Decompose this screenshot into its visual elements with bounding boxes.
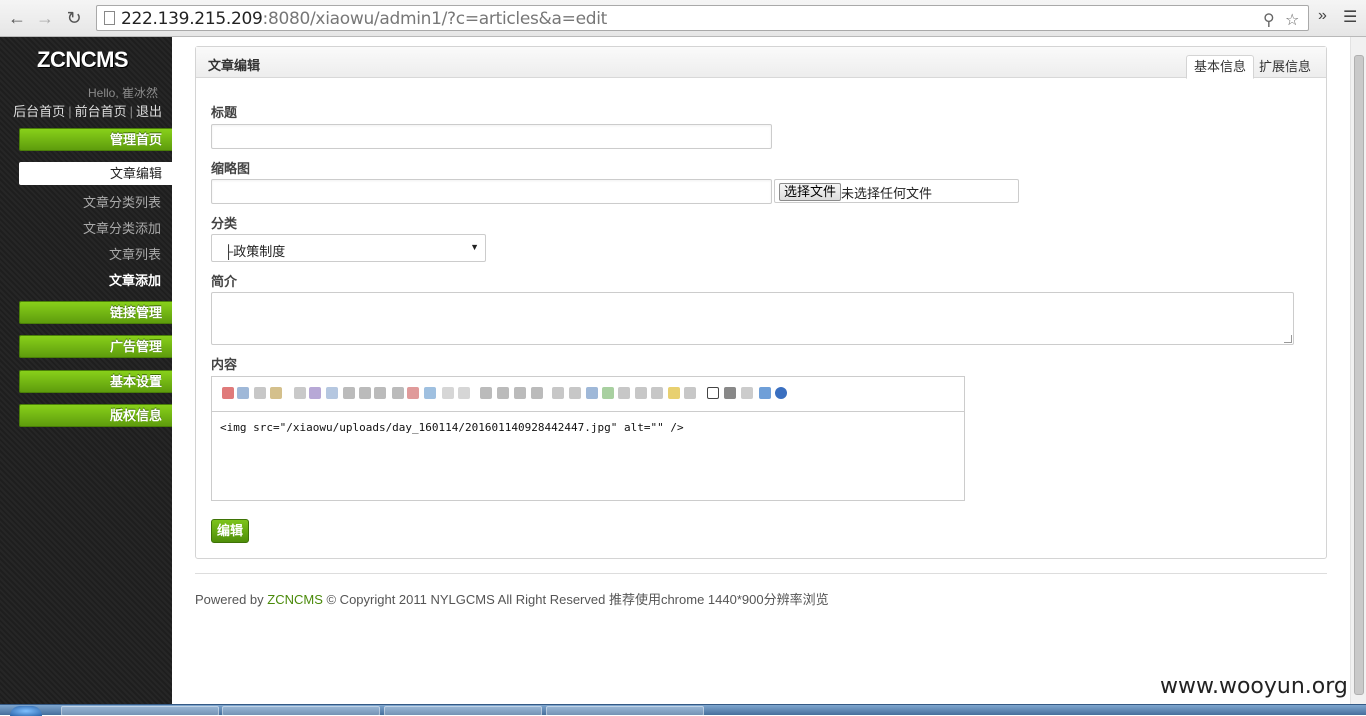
highlight-icon[interactable] <box>424 387 436 399</box>
bold-icon[interactable] <box>343 387 355 399</box>
indent-icon[interactable] <box>514 387 526 399</box>
top-links: 后台首页 | 前台首页 | 退出 <box>13 104 162 119</box>
unlink-icon[interactable] <box>569 387 581 399</box>
star-icon[interactable]: ☆ <box>1285 10 1299 30</box>
footer-divider <box>195 573 1327 574</box>
menu-icon[interactable]: ☰ <box>1343 7 1357 27</box>
dropdown-arrow-icon: ▼ <box>470 242 479 252</box>
scrollbar-thumb[interactable] <box>1354 55 1364 695</box>
media-icon[interactable] <box>635 387 647 399</box>
tab-basic-info[interactable]: 基本信息 <box>1186 55 1255 79</box>
submenu-category-add[interactable]: 文章分类添加 <box>83 218 161 237</box>
taskbar <box>0 704 1366 716</box>
label-title: 标题 <box>211 105 238 120</box>
extensions-chevron-icon[interactable]: » <box>1318 7 1327 25</box>
list-icon[interactable] <box>497 387 509 399</box>
editor-content[interactable]: <img src="/xiaowu/uploads/day_160114/201… <box>220 421 684 434</box>
logo: ZCNCMS <box>37 47 129 72</box>
cut-icon[interactable] <box>222 387 234 399</box>
editor-toolbar <box>212 377 964 412</box>
back-icon[interactable]: ← <box>6 7 28 29</box>
footer-brand-link[interactable]: ZCNCMS <box>267 592 323 607</box>
link-icon[interactable] <box>552 387 564 399</box>
url-text: 222.139.215.209:8080/xiaowu/admin1/?c=ar… <box>121 9 608 29</box>
outdent-icon[interactable] <box>531 387 543 399</box>
file-picker: 选择文件 未选择任何文件 <box>774 179 1019 203</box>
paste-text-icon[interactable] <box>270 387 282 399</box>
image-icon[interactable] <box>602 387 614 399</box>
label-summary: 简介 <box>211 274 238 289</box>
reload-icon[interactable]: ↻ <box>63 7 85 29</box>
preview-icon[interactable] <box>724 387 736 399</box>
page-icon <box>104 11 115 25</box>
paste-icon[interactable] <box>254 387 266 399</box>
browser-toolbar: ← → ↻ 222.139.215.209:8080/xiaowu/admin1… <box>0 0 1366 37</box>
subscript-icon[interactable] <box>442 387 454 399</box>
link-admin-home[interactable]: 后台首页 <box>13 104 65 119</box>
tab-extended-info[interactable]: 扩展信息 <box>1251 55 1319 79</box>
clear-format-icon[interactable] <box>458 387 470 399</box>
italic-icon[interactable] <box>359 387 371 399</box>
choose-file-button[interactable]: 选择文件 <box>779 183 842 201</box>
align-icon[interactable] <box>480 387 492 399</box>
category-selected-value: ├政策制度 <box>224 244 286 259</box>
table-icon[interactable] <box>651 387 663 399</box>
menu-links[interactable]: 链接管理 <box>19 301 173 324</box>
title-input[interactable] <box>211 124 772 149</box>
link-logout[interactable]: 退出 <box>136 104 162 119</box>
fullscreen-icon[interactable] <box>759 387 771 399</box>
thumbnail-input[interactable] <box>211 179 772 204</box>
summary-textarea[interactable] <box>211 292 1294 345</box>
file-status: 未选择任何文件 <box>841 186 933 201</box>
watermark: www.wooyun.org <box>1160 674 1348 699</box>
about-icon[interactable] <box>775 387 787 399</box>
redo-icon[interactable] <box>309 387 321 399</box>
menu-settings[interactable]: 基本设置 <box>19 370 173 393</box>
panel-header: 文章编辑 基本信息 扩展信息 <box>196 47 1326 79</box>
menu-home[interactable]: 管理首页 <box>19 128 173 151</box>
submenu-article-add[interactable]: 文章添加 <box>109 270 161 289</box>
submenu-category-list[interactable]: 文章分类列表 <box>83 192 161 211</box>
address-bar[interactable]: 222.139.215.209:8080/xiaowu/admin1/?c=ar… <box>96 5 1309 31</box>
submenu-article-edit[interactable]: 文章编辑 <box>19 162 173 185</box>
scrollbar[interactable] <box>1350 37 1366 704</box>
label-category: 分类 <box>211 216 238 231</box>
forward-icon[interactable]: → <box>34 7 56 29</box>
font-color-icon[interactable] <box>407 387 419 399</box>
undo-icon[interactable] <box>294 387 306 399</box>
copy-icon[interactable] <box>237 387 249 399</box>
special-char-icon[interactable] <box>684 387 696 399</box>
footer: Powered by ZCNCMS © Copyright 2011 NYLGC… <box>195 592 829 607</box>
panel-title: 文章编辑 <box>208 58 261 73</box>
emoticon-icon[interactable] <box>668 387 680 399</box>
content-editor[interactable]: <img src="/xiaowu/uploads/day_160114/201… <box>211 376 965 501</box>
resize-grip-icon[interactable] <box>1284 335 1292 343</box>
flash-icon[interactable] <box>618 387 630 399</box>
underline-icon[interactable] <box>374 387 386 399</box>
label-content: 内容 <box>211 357 238 372</box>
label-thumbnail: 缩略图 <box>211 161 251 176</box>
greeting: Hello, 崔冰然 <box>87 86 158 100</box>
menu-ads[interactable]: 广告管理 <box>19 335 173 358</box>
category-select[interactable]: ├政策制度 ▼ <box>211 234 486 262</box>
menu-copyright[interactable]: 版权信息 <box>19 404 173 427</box>
anchor-icon[interactable] <box>586 387 598 399</box>
search-icon[interactable]: ⚲ <box>1263 10 1275 30</box>
strikethrough-icon[interactable] <box>392 387 404 399</box>
edit-submit-button[interactable]: 编辑 <box>211 519 250 543</box>
sidebar: ZCNCMS Hello, 崔冰然 后台首页 | 前台首页 | 退出 管理首页 文章编辑… <box>0 37 173 704</box>
main-content: 文章编辑 基本信息 扩展信息 标题 缩略图 选择文件 未选择任何文件 分类 ├政… <box>172 37 1350 704</box>
edit-panel: 文章编辑 基本信息 扩展信息 标题 缩略图 选择文件 未选择任何文件 分类 ├政… <box>195 46 1327 559</box>
print-icon[interactable] <box>741 387 753 399</box>
submenu-article-list[interactable]: 文章列表 <box>109 244 161 263</box>
link-front-home[interactable]: 前台首页 <box>75 104 127 119</box>
source-icon[interactable] <box>707 387 719 399</box>
format-icon[interactable] <box>326 387 338 399</box>
